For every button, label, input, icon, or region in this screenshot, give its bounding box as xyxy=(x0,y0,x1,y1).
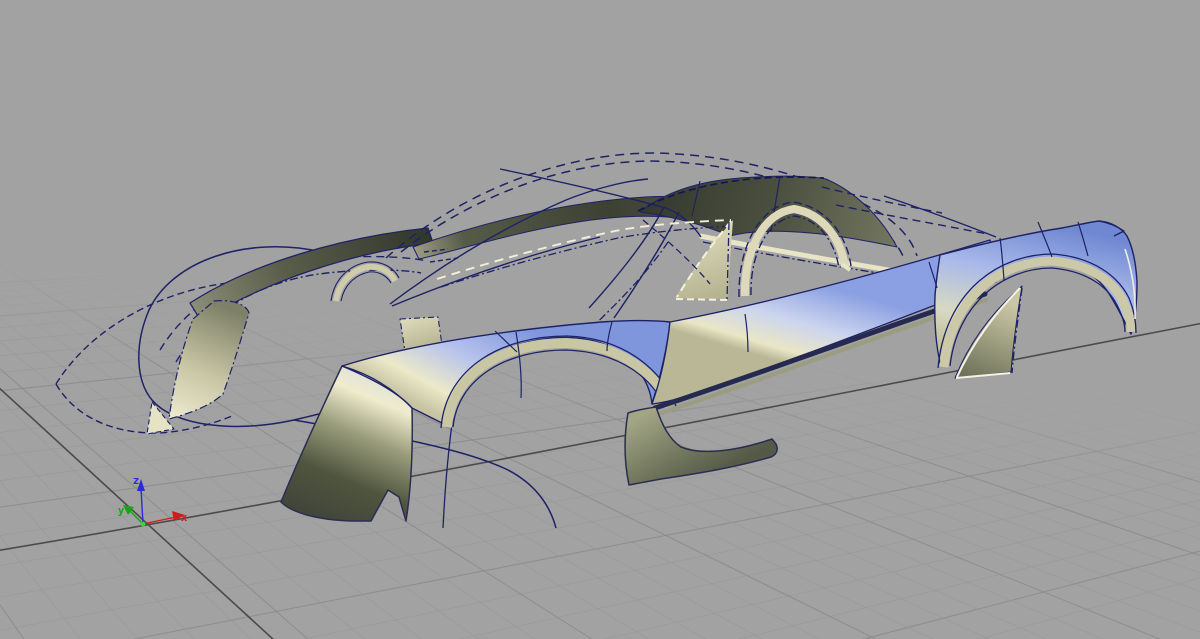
axis-x-label: x xyxy=(181,511,188,524)
axis-z-label: z xyxy=(133,474,140,487)
perspective-view-canvas[interactable]: x y z xyxy=(0,0,1200,639)
axis-y-label: y xyxy=(118,504,125,517)
cad-3d-viewport[interactable]: x y z xyxy=(0,0,1200,639)
origin-point[interactable] xyxy=(141,522,146,527)
